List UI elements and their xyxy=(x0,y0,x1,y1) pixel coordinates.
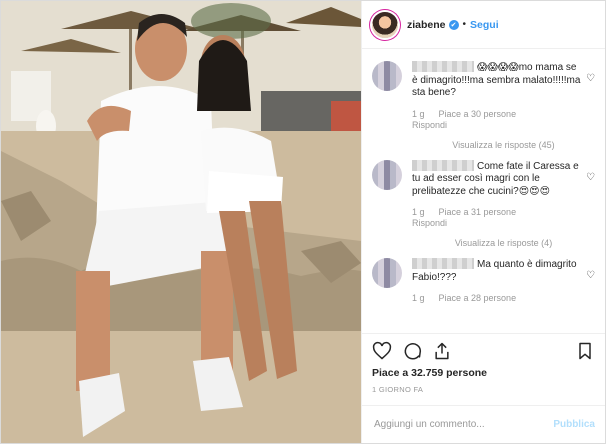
comment-username-redacted[interactable] xyxy=(412,258,474,269)
comment-time[interactable]: 1 g xyxy=(412,109,425,119)
comment-text: Ma quanto è dimagrito Fabio!??? xyxy=(412,258,581,284)
comment-body: Come fate il Caressa e tu ad esser così … xyxy=(412,159,595,228)
verified-badge-icon: ✔ xyxy=(448,19,459,30)
comment-like-heart-icon[interactable]: ♡ xyxy=(586,172,595,183)
comment-item: Come fate il Caressa e tu ad esser così … xyxy=(372,159,595,228)
heart-icon[interactable] xyxy=(372,341,392,361)
view-replies-button[interactable]: Visualizza le risposte (45) xyxy=(412,140,595,150)
author-avatar[interactable] xyxy=(372,11,398,38)
post-date[interactable]: 1 GIORNO FA xyxy=(362,381,605,399)
comment-meta: 1 g Piace a 31 persone xyxy=(412,207,581,217)
author-username[interactable]: ziabene xyxy=(407,19,446,31)
comment-username-redacted[interactable] xyxy=(412,159,474,171)
comment-icon[interactable] xyxy=(402,341,422,361)
header-separator: • xyxy=(462,19,467,30)
comment-avatar[interactable] xyxy=(372,61,402,91)
instagram-post: ziabene ✔ • Segui 😱😱😱😱mo mama se è dimag… xyxy=(0,0,606,444)
comment-like-heart-icon[interactable]: ♡ xyxy=(586,73,595,84)
likes-count[interactable]: Piace a 32.759 persone xyxy=(362,367,605,381)
comment-username-redacted[interactable] xyxy=(412,61,474,72)
comment-time[interactable]: 1 g xyxy=(412,293,425,303)
comment-text: 😱😱😱😱mo mama se è dimagrito!!!ma sembra m… xyxy=(412,61,581,100)
comment-likes[interactable]: Piace a 31 persone xyxy=(439,207,517,217)
share-icon[interactable] xyxy=(432,341,452,361)
comment-body: Ma quanto è dimagrito Fabio!??? 1 g Piac… xyxy=(412,258,595,303)
reply-button[interactable]: Rispondi xyxy=(412,218,581,228)
comment-input[interactable] xyxy=(372,418,554,431)
comment-item: 😱😱😱😱mo mama se è dimagrito!!!ma sembra m… xyxy=(372,61,595,130)
comment-time[interactable]: 1 g xyxy=(412,207,425,217)
comment-avatar[interactable] xyxy=(372,258,402,288)
comment-meta: 1 g Piace a 28 persone xyxy=(412,293,581,303)
bookmark-icon[interactable] xyxy=(575,341,595,361)
comment-item: Ma quanto è dimagrito Fabio!??? 1 g Piac… xyxy=(372,258,595,303)
comment-text: Come fate il Caressa e tu ad esser così … xyxy=(412,159,581,199)
post-header: ziabene ✔ • Segui xyxy=(362,1,605,49)
reply-button[interactable]: Rispondi xyxy=(412,120,581,130)
post-actions xyxy=(362,333,605,367)
add-comment-bar: Pubblica xyxy=(362,405,605,443)
comment-body: 😱😱😱😱mo mama se è dimagrito!!!ma sembra m… xyxy=(412,61,595,130)
comment-meta: 1 g Piace a 30 persone xyxy=(412,109,581,119)
follow-button[interactable]: Segui xyxy=(470,19,499,31)
comment-like-heart-icon[interactable]: ♡ xyxy=(586,270,595,281)
view-replies-button[interactable]: Visualizza le risposte (4) xyxy=(412,238,595,248)
publish-button[interactable]: Pubblica xyxy=(553,419,595,430)
photo-illustration xyxy=(1,1,361,443)
comments-list[interactable]: 😱😱😱😱mo mama se è dimagrito!!!ma sembra m… xyxy=(362,49,605,333)
comment-avatar[interactable] xyxy=(372,159,402,190)
post-side-panel: ziabene ✔ • Segui 😱😱😱😱mo mama se è dimag… xyxy=(361,1,605,443)
comment-likes[interactable]: Piace a 28 persone xyxy=(439,293,517,303)
comment-likes[interactable]: Piace a 30 persone xyxy=(439,109,517,119)
post-photo[interactable] xyxy=(1,1,361,443)
